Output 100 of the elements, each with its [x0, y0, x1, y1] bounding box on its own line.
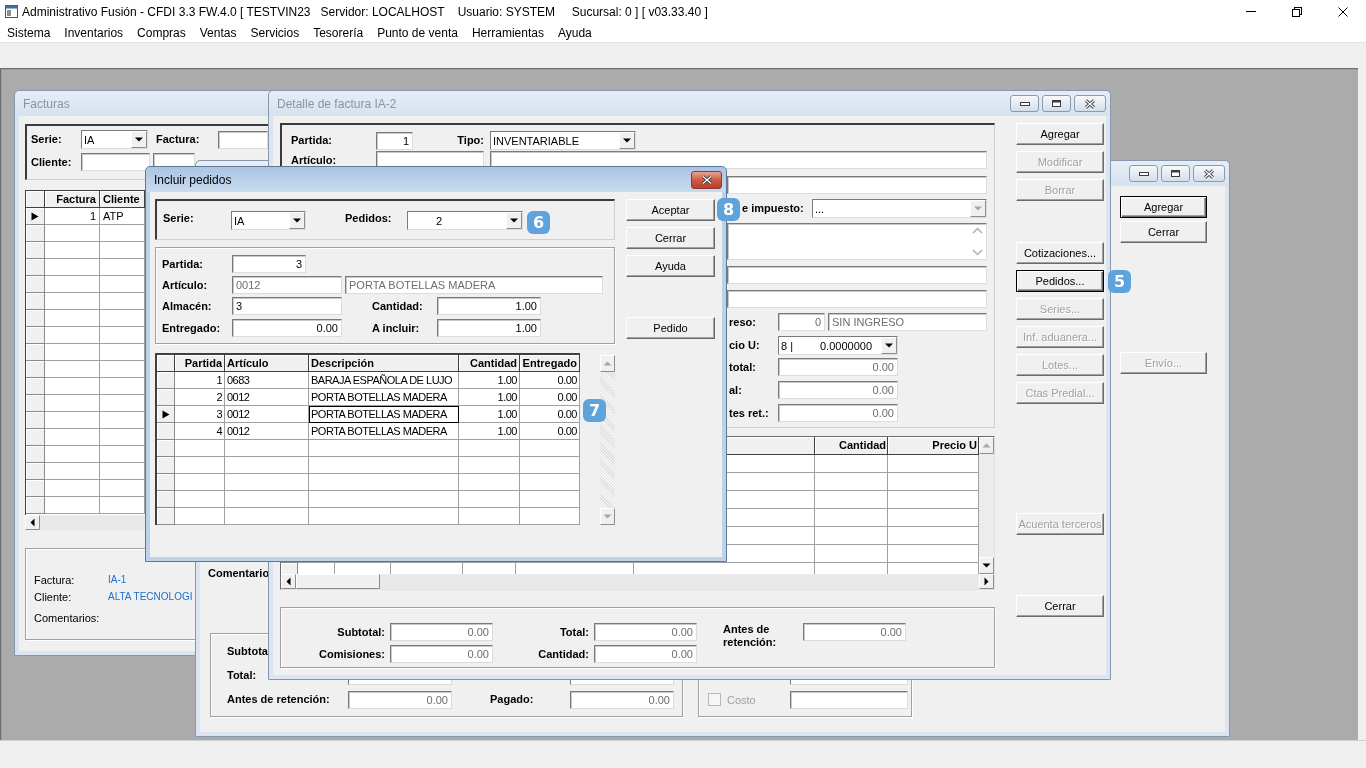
- amount-field[interactable]: [570, 680, 674, 685]
- menu-item[interactable]: Herramientas: [464, 24, 551, 41]
- partida-field[interactable]: 1: [376, 131, 413, 150]
- menu-item[interactable]: Ventas: [192, 24, 244, 41]
- menu-item[interactable]: Punto de venta: [370, 24, 465, 41]
- tipo-dropdown[interactable]: INVENTARIABLE: [490, 131, 636, 150]
- table-cell: 0012: [225, 423, 309, 440]
- factura-field[interactable]: [218, 130, 268, 149]
- column-header[interactable]: Cliente: [100, 191, 145, 208]
- close-button[interactable]: [691, 170, 722, 189]
- table-cell: [459, 491, 520, 508]
- serie-dropdown[interactable]: IA: [81, 130, 148, 149]
- partida-field[interactable]: 3: [232, 255, 306, 273]
- field-label: al:: [728, 383, 743, 397]
- column-header[interactable]: Descripción: [309, 355, 459, 372]
- almacen-field[interactable]: 3: [232, 297, 342, 315]
- entregado-field[interactable]: 0.00: [232, 319, 342, 337]
- field-label: Artículo:: [291, 153, 338, 167]
- vertical-scrollbar[interactable]: [979, 437, 994, 574]
- order-button[interactable]: Pedido: [626, 317, 715, 339]
- serie-dropdown[interactable]: IA: [231, 211, 306, 230]
- up-arrow-icon[interactable]: [600, 355, 615, 372]
- left-arrow-icon[interactable]: [281, 574, 296, 589]
- column-header[interactable]: Entregado: [520, 355, 580, 372]
- table-cell: [459, 457, 520, 474]
- field-label: Subtotal:: [336, 625, 386, 639]
- table-cell: [45, 497, 100, 514]
- quotes-button[interactable]: Cotizaciones...: [1016, 242, 1104, 264]
- text-field[interactable]: [727, 266, 987, 284]
- column-header[interactable]: Artículo: [225, 355, 309, 372]
- menu-item[interactable]: Sistema: [0, 24, 58, 41]
- up-chevron-icon[interactable]: [972, 227, 983, 234]
- menu-item[interactable]: Tesorería: [306, 24, 371, 41]
- notes-field[interactable]: [727, 223, 987, 260]
- close-icon: [700, 174, 713, 185]
- table-cell: 0012: [225, 389, 309, 406]
- column-header[interactable]: Precio U: [888, 437, 979, 455]
- table-cell: [45, 480, 100, 497]
- down-chevron-icon[interactable]: [972, 249, 983, 256]
- pedidos-dropdown[interactable]: 2: [407, 211, 523, 230]
- restore-button[interactable]: [1161, 165, 1190, 182]
- window-title: Facturas: [23, 96, 70, 111]
- horizontal-scrollbar[interactable]: [25, 515, 145, 530]
- amount-field[interactable]: [348, 680, 452, 685]
- column-header[interactable]: Partida: [175, 355, 225, 372]
- minimize-button[interactable]: [1129, 165, 1158, 182]
- table-cell: 4: [175, 423, 225, 440]
- right-arrow-icon[interactable]: [979, 574, 994, 589]
- down-arrow-icon[interactable]: [979, 557, 994, 574]
- window-title: Incluir pedidos: [154, 172, 232, 187]
- left-arrow-icon[interactable]: [25, 515, 40, 530]
- articulo-description-field[interactable]: [490, 151, 987, 169]
- row-header[interactable]: [157, 406, 175, 423]
- up-arrow-icon[interactable]: [979, 437, 994, 454]
- text-field[interactable]: [727, 176, 987, 194]
- menu-item[interactable]: Inventarios: [57, 24, 131, 41]
- vertical-scrollbar[interactable]: [600, 355, 615, 525]
- column-header[interactable]: Cantidad: [459, 355, 520, 372]
- menu-item[interactable]: Servicios: [243, 24, 307, 41]
- table-cell: 0012: [225, 406, 309, 423]
- table-cell: [45, 259, 100, 276]
- table-cell: 1: [45, 208, 100, 225]
- table-cell: 1.00: [459, 406, 520, 423]
- add-button[interactable]: Agregar: [1120, 196, 1207, 218]
- close-button[interactable]: Cerrar: [1016, 595, 1104, 617]
- table-cell: [45, 344, 100, 361]
- cliente-field[interactable]: [81, 153, 150, 171]
- table-cell: [459, 474, 520, 491]
- field-label: total:: [728, 360, 757, 374]
- text-field[interactable]: [727, 290, 987, 308]
- add-button[interactable]: Agregar: [1016, 123, 1104, 145]
- horizontal-scrollbar[interactable]: [281, 574, 994, 589]
- a-incluir-field[interactable]: 1.00: [437, 319, 541, 337]
- close-button[interactable]: Cerrar: [1120, 221, 1207, 243]
- column-header[interactable]: Cantidad: [815, 437, 888, 455]
- field-label: Partida:: [291, 134, 333, 147]
- help-button[interactable]: Ayuda: [626, 255, 715, 277]
- orders-button[interactable]: Pedidos...: [1016, 270, 1104, 292]
- callout-badge: 7: [583, 399, 606, 422]
- cantidad-field[interactable]: 1.00: [437, 297, 541, 315]
- minimize-button[interactable]: [1010, 95, 1039, 112]
- close-button[interactable]: [1193, 165, 1225, 182]
- scrollbar-thumb[interactable]: [296, 574, 380, 589]
- restore-button[interactable]: [1042, 95, 1071, 112]
- table-cell: [175, 474, 225, 491]
- field-label: Comisiones:: [318, 647, 386, 661]
- close-button[interactable]: Cerrar: [626, 227, 715, 249]
- menu-item[interactable]: Ayuda: [550, 24, 599, 41]
- table-cell: 0683: [225, 372, 309, 389]
- menu-item[interactable]: Compras: [130, 24, 193, 41]
- restore-icon: [1051, 99, 1062, 108]
- close-button[interactable]: [1074, 95, 1106, 112]
- precio-dropdown[interactable]: 8 | 0.0000000: [778, 336, 898, 355]
- column-header[interactable]: Factura: [45, 191, 100, 208]
- text-field[interactable]: [790, 690, 908, 709]
- field-label: Total:: [226, 669, 257, 682]
- row-header[interactable]: [26, 208, 45, 225]
- dropdown-arrow-icon: [619, 132, 635, 149]
- field-label: Serie:: [163, 211, 195, 225]
- accept-button[interactable]: Aceptar: [626, 199, 715, 221]
